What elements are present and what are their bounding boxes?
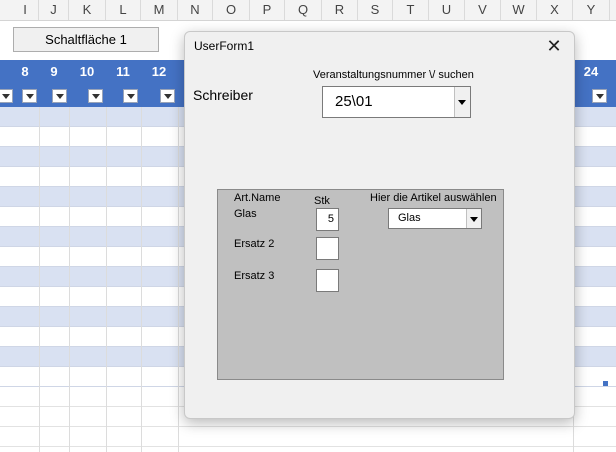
band-number: 12 <box>151 64 167 79</box>
band-number: 9 <box>50 64 58 79</box>
article-frame: Art.Name Stk Hier die Artikel auswählen … <box>217 189 504 380</box>
col-header-V[interactable]: V <box>465 0 501 20</box>
table-resize-handle[interactable] <box>603 381 608 386</box>
filter-dropdown-icon[interactable] <box>22 89 37 103</box>
col-header-N[interactable]: N <box>178 0 213 20</box>
filter-dropdown-icon[interactable] <box>592 89 607 103</box>
col-header-L[interactable]: L <box>106 0 141 20</box>
article-name: Ersatz 3 <box>234 270 275 282</box>
grid-line <box>106 107 107 452</box>
col-header-I[interactable]: I <box>12 0 39 20</box>
quantity-value[interactable]: 5 <box>328 213 334 225</box>
grid-line <box>141 107 142 452</box>
col-name-header: Art.Name <box>234 192 281 204</box>
filter-dropdown-icon[interactable] <box>52 89 67 103</box>
article-name: Ersatz 2 <box>234 238 275 250</box>
col-header-M[interactable]: M <box>141 0 178 20</box>
col-header-Y[interactable]: Y <box>573 0 610 20</box>
col-header-W[interactable]: W <box>501 0 537 20</box>
col-header-O[interactable]: O <box>213 0 250 20</box>
col-header-J[interactable]: J <box>39 0 69 20</box>
veranstaltung-label: Veranstaltungsnummer \/ suchen <box>313 69 474 81</box>
close-icon[interactable]: ✕ <box>542 35 566 57</box>
article-combobox[interactable]: Glas <box>388 208 482 229</box>
grid-line <box>178 107 179 452</box>
column-headers: I J K L M N O P Q R S T U V W X Y <box>0 0 616 21</box>
col-header-X[interactable]: X <box>537 0 573 20</box>
col-header-Q[interactable]: Q <box>285 0 322 20</box>
filter-dropdown-icon[interactable] <box>88 89 103 103</box>
band-number: 8 <box>21 64 29 79</box>
band-number: 11 <box>116 64 130 79</box>
quantity-field[interactable] <box>316 269 339 292</box>
quantity-field[interactable]: 5 <box>316 208 339 231</box>
filter-dropdown-icon[interactable] <box>123 89 138 103</box>
band-number: 10 <box>79 64 95 79</box>
dialog-title: UserForm1 <box>194 39 255 53</box>
article-name: Glas <box>234 208 257 220</box>
quantity-field[interactable] <box>316 237 339 260</box>
col-header-S[interactable]: S <box>358 0 393 20</box>
article-value[interactable]: Glas <box>398 212 421 224</box>
table-row <box>0 427 616 447</box>
col-header-T[interactable]: T <box>393 0 429 20</box>
userform-dialog: UserForm1 ✕ Schreiber Veranstaltungsnumm… <box>184 31 575 419</box>
article-select-label: Hier die Artikel auswählen <box>370 192 497 204</box>
band-number: 24 <box>583 64 599 79</box>
filter-dropdown-icon[interactable] <box>160 89 175 103</box>
chevron-down-icon[interactable] <box>466 209 481 228</box>
col-header-R[interactable]: R <box>322 0 358 20</box>
schaltflaeche-button[interactable]: Schaltfläche 1 <box>13 27 159 52</box>
grid-line <box>69 107 70 452</box>
grid-line <box>39 107 40 452</box>
filter-dropdown-icon[interactable] <box>0 89 13 103</box>
col-header-P[interactable]: P <box>250 0 285 20</box>
schreiber-label: Schreiber <box>193 87 253 103</box>
col-header-K[interactable]: K <box>69 0 106 20</box>
col-stk-header: Stk <box>314 195 330 207</box>
veranstaltungsnummer-value[interactable]: 25\01 <box>335 93 373 110</box>
chevron-down-icon[interactable] <box>454 87 470 117</box>
veranstaltungsnummer-combobox[interactable]: 25\01 <box>322 86 471 118</box>
col-header-U[interactable]: U <box>429 0 465 20</box>
